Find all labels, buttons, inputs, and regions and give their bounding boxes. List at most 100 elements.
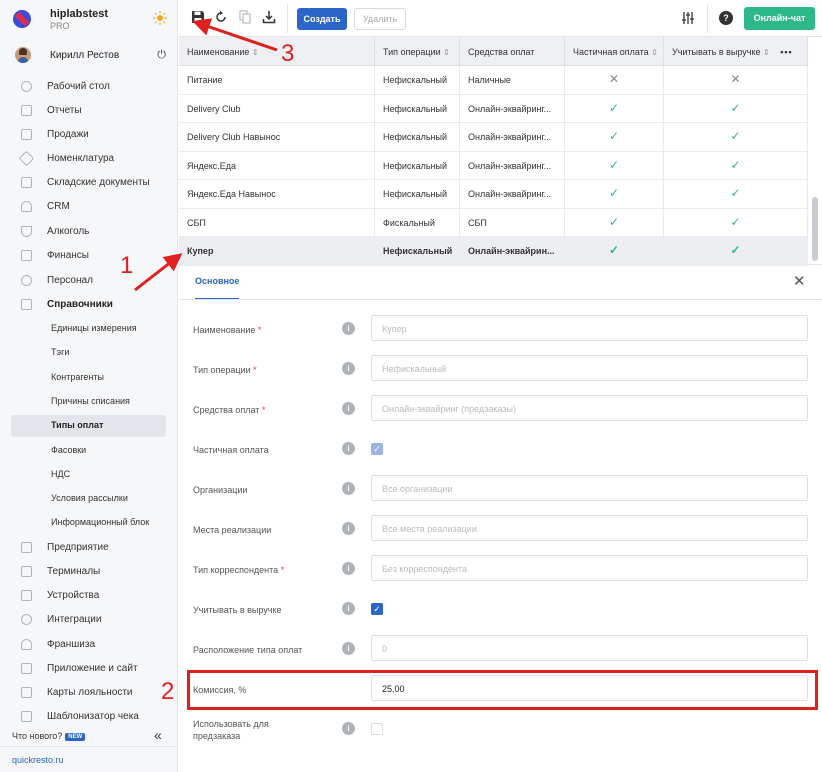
sidebar-item-dashboard[interactable]: Рабочий стол (0, 76, 178, 98)
info-icon[interactable]: i (342, 562, 355, 575)
table-cell: Нефискальный (375, 151, 460, 179)
sidebar-item-devices[interactable]: Устройства (0, 585, 178, 607)
refresh-icon[interactable] (214, 10, 228, 24)
table-row[interactable]: Питание Нефискальный Наличные ✕ ✕ (179, 66, 808, 95)
info-icon[interactable]: i (342, 482, 355, 495)
sidebar-item-label: Карты лояльности (47, 687, 133, 698)
sort-icon: ⇕ (651, 48, 658, 57)
avatar (15, 47, 31, 63)
online-chat-button[interactable]: Онлайн-чат (744, 7, 815, 30)
sidebar-item-receipt-template[interactable]: Шаблонизатор чека (0, 706, 178, 728)
column-header-op-type[interactable]: Тип операции ⇕ (375, 37, 460, 66)
sun-icon[interactable] (153, 11, 167, 25)
sidebar-item-franchise[interactable]: Франшиза (0, 634, 178, 656)
sidebar-subitem-packaging[interactable]: Фасовки (11, 440, 166, 462)
info-icon[interactable]: i (342, 362, 355, 375)
sidebar-item-warehouse[interactable]: Складские документы (0, 172, 178, 194)
column-header-label: Тип операции (383, 47, 441, 57)
sidebar-item-sales[interactable]: Продажи (0, 124, 178, 146)
sidebar-item-crm[interactable]: CRM (0, 196, 178, 218)
name-input[interactable]: Купер (371, 315, 808, 341)
sidebar-item-nomenclature[interactable]: Номенклатура (0, 148, 178, 170)
sort-icon: ⇕ (251, 48, 259, 57)
sidebar-item-finance[interactable]: Финансы (0, 245, 178, 267)
table-cell: Нефискальный (375, 94, 460, 122)
table-row[interactable]: Яндекс.Еда Навынос Нефискальный Онлайн-экв… (179, 180, 808, 209)
table-row[interactable]: Delivery Club Нефискальный Онлайн-эквайрин… (179, 94, 808, 123)
download-icon[interactable] (262, 10, 276, 24)
table-row[interactable]: СБП Фискальный СБП ✓ ✓ (179, 208, 808, 237)
annotation-number: 1 (120, 252, 134, 279)
table-row[interactable]: Купер Нефискальный Онлайн-эквайрин... ✓ ✓ (179, 237, 808, 266)
sidebar-item-enterprise[interactable]: Предприятие (0, 537, 178, 559)
collapse-sidebar-icon[interactable]: « (154, 727, 162, 743)
logo-icon (13, 10, 31, 28)
column-header-means[interactable]: Средства оплат (460, 37, 565, 66)
info-icon[interactable]: i (342, 642, 355, 655)
sidebar-item-app-site[interactable]: Приложение и сайт (0, 658, 178, 680)
table-row[interactable]: Delivery Club Навынос Нефискальный Онлайн-… (179, 123, 808, 152)
sidebar-subitem-mailing[interactable]: Условия рассылки (11, 488, 166, 510)
info-icon[interactable]: i (342, 602, 355, 615)
sidebar-item-alcohol[interactable]: Алкоголь (0, 221, 178, 243)
sidebar-subitem-units[interactable]: Единицы измерения (11, 318, 166, 340)
table-cell: Яндекс.Еда Навынос (179, 180, 375, 208)
sidebar-item-loyalty[interactable]: Карты лояльности (0, 682, 178, 704)
sidebar-item-terminals[interactable]: Терминалы (0, 561, 178, 583)
more-options-icon[interactable]: ••• (780, 47, 792, 57)
info-icon[interactable]: i (342, 522, 355, 535)
create-button[interactable]: Создать (297, 8, 347, 30)
info-icon[interactable]: i (342, 322, 355, 335)
power-icon[interactable]: ⏻ (157, 49, 166, 62)
sidebar-subitem-payment-types[interactable]: Типы оплат (11, 415, 166, 437)
check-icon: ✓ (565, 123, 664, 151)
table-scrollbar[interactable] (812, 197, 818, 261)
table-cell: Наличные (460, 66, 565, 94)
brand[interactable]: hiplabstest PRO (12, 7, 172, 31)
tab-main[interactable]: Основное (195, 276, 240, 300)
sidebar-item-staff[interactable]: Персонал (0, 270, 178, 292)
field-op-type: Тип операции * i Нефискальный (179, 354, 822, 384)
sidebar-subitem-tags[interactable]: Тэги (11, 342, 166, 364)
check-icon: ✓ (565, 151, 664, 179)
column-header-revenue[interactable]: Учитывать в выручке ⇕ ••• (664, 37, 808, 66)
position-input[interactable]: 0 (371, 635, 808, 661)
cart-icon (21, 129, 32, 140)
help-icon[interactable]: ? (719, 11, 733, 25)
whats-new-link[interactable]: Что нового? NEW (12, 731, 86, 741)
sidebar-subitem-vat[interactable]: НДС (11, 464, 166, 486)
column-header-name[interactable]: Наименование ⇕ (179, 37, 375, 66)
save-icon[interactable] (191, 10, 205, 24)
table-cell: Нефискальный (375, 180, 460, 208)
revenue-checkbox[interactable]: ✓ (371, 603, 383, 615)
partial-checkbox[interactable]: ✓ (371, 443, 383, 455)
sidebar-item-reports[interactable]: Отчеты (0, 100, 178, 122)
sidebar-subitem-infoblock[interactable]: Информационный блок (11, 512, 166, 534)
orgs-select[interactable]: Все организации (371, 475, 808, 501)
correspondent-select[interactable]: Без корреспондента (371, 555, 808, 581)
means-select[interactable]: Онлайн-эквайринг (предзаказы) (371, 395, 808, 421)
table-cell: Питание (179, 66, 375, 94)
toolbar-divider (287, 4, 288, 33)
column-header-partial[interactable]: Частичная оплата ⇕ (565, 37, 664, 66)
copy-icon[interactable] (238, 10, 252, 24)
settings-sliders-icon[interactable] (681, 11, 695, 25)
sidebar-subitem-writeoff[interactable]: Причины списания (11, 391, 166, 413)
sidebar-subitem-label: Условия рассылки (51, 493, 128, 503)
close-icon[interactable]: ✕ (793, 272, 806, 290)
field-places: Места реализации i Все места реализации (179, 514, 822, 544)
sidebar-item-integrations[interactable]: Интеграции (0, 609, 178, 631)
places-select[interactable]: Все места реализации (371, 515, 808, 541)
op-type-select[interactable]: Нефискальный (371, 355, 808, 381)
info-icon[interactable]: i (342, 722, 355, 735)
sidebar-item-references[interactable]: Справочники (0, 294, 178, 316)
delete-button[interactable]: Удалить (354, 8, 406, 30)
site-link[interactable]: quickresto.ru (12, 755, 64, 765)
dashboard-icon (21, 81, 32, 92)
info-icon[interactable]: i (342, 402, 355, 415)
user-profile[interactable]: Кирилл Рестов ⏻ (12, 46, 168, 66)
table-row[interactable]: Яндекс.Еда Нефискальный Онлайн-эквайринг..… (179, 151, 808, 180)
sidebar-subitem-contractors[interactable]: Контрагенты (11, 367, 166, 389)
info-icon[interactable]: i (342, 442, 355, 455)
preorder-checkbox[interactable] (371, 723, 383, 735)
